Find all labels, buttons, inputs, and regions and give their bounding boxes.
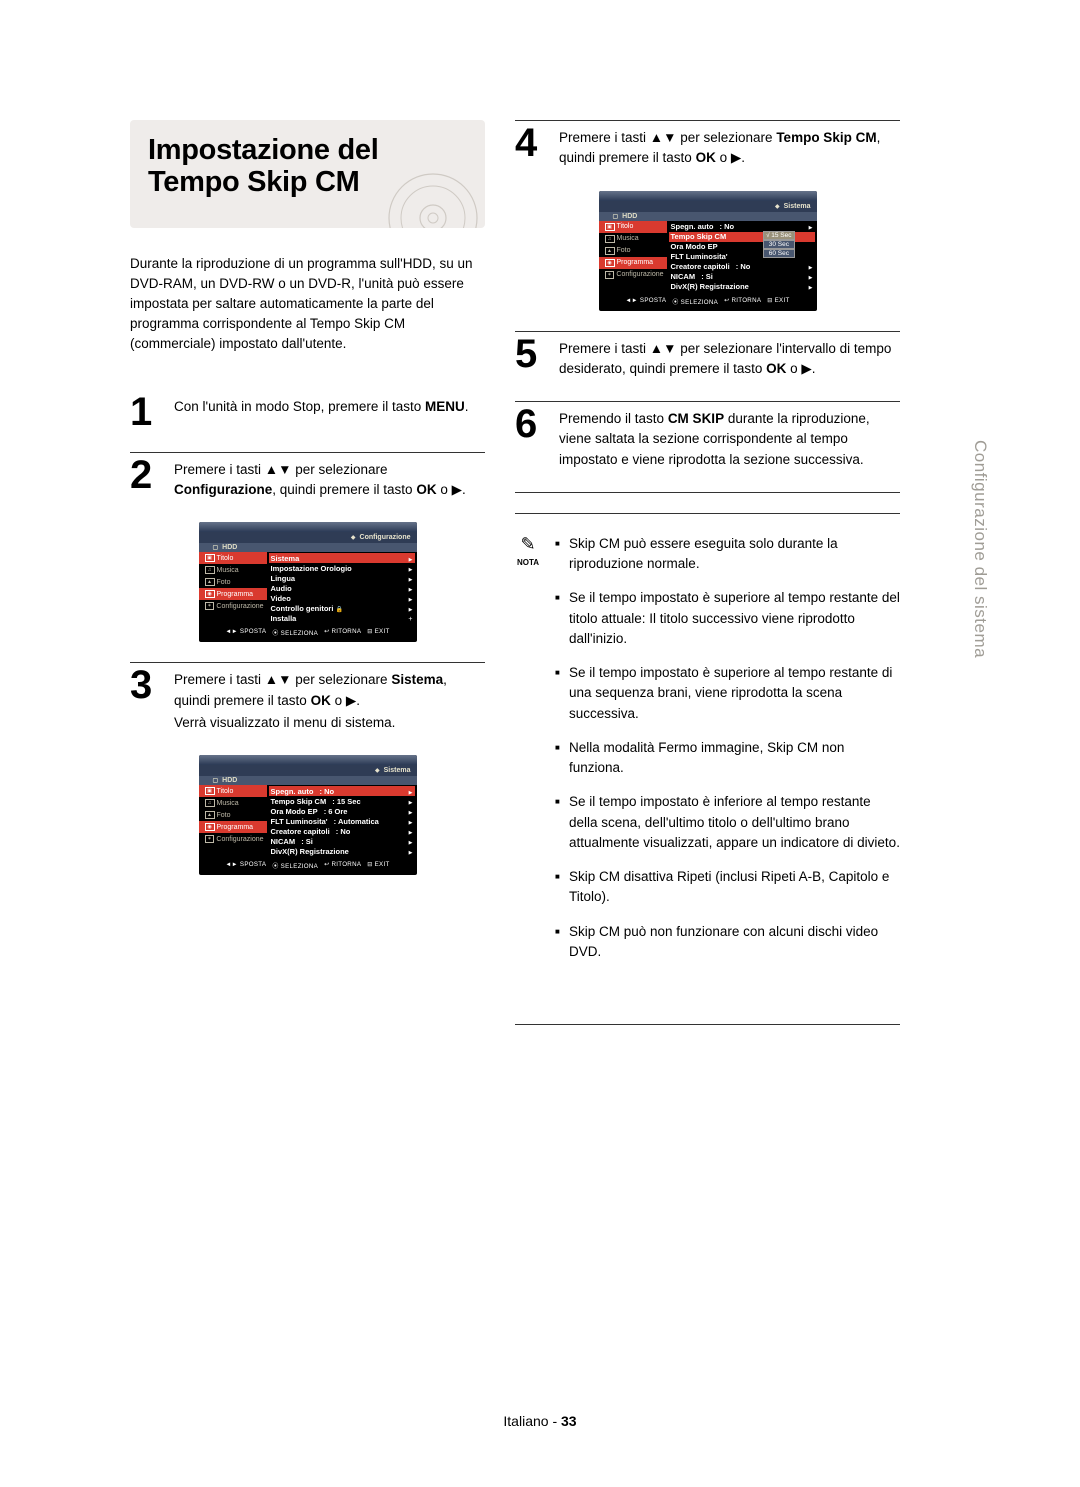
- step-1: 1 Con l'unità in modo Stop, premere il t…: [130, 394, 485, 430]
- lock-icon: [336, 604, 343, 613]
- step-text: Premere i tasti ▲▼ per selezionare l'int…: [559, 336, 900, 380]
- step-text: Premendo il tasto CM SKIP durante la rip…: [559, 406, 900, 470]
- note-item: Skip CM disattiva Ripeti (inclusi Ripeti…: [555, 867, 900, 908]
- step-number: 1: [130, 394, 164, 430]
- step-text: Con l'unità in modo Stop, premere il tas…: [174, 394, 468, 430]
- step-number: 3: [130, 667, 164, 733]
- step-text: Premere i tasti ▲▼ per selezionare Tempo…: [559, 125, 900, 169]
- title-box: Impostazione del Tempo Skip CM: [130, 120, 485, 228]
- osd-configurazione: Configurazione HDD ▣Titolo ♫Musica ▲Foto…: [199, 522, 417, 642]
- note-item: Skip CM può non funzionare con alcuni di…: [555, 922, 900, 963]
- step-number: 4: [515, 125, 549, 169]
- note-item: Se il tempo impostato è superiore al tem…: [555, 588, 900, 649]
- note-item: Nella modalità Fermo immagine, Skip CM n…: [555, 738, 900, 779]
- note-item: Se il tempo impostato è superiore al tem…: [555, 663, 900, 724]
- osd-sistema-1: Sistema HDD ▣Titolo ♫Musica ▲Foto ◉Progr…: [199, 755, 417, 875]
- osd-main: Sistema Impostazione Orologio Lingua Aud…: [267, 552, 417, 624]
- step-text: Premere i tasti ▲▼ per selezionare Siste…: [174, 667, 485, 733]
- note-icon: ✎ NOTA: [515, 534, 541, 976]
- step-text: Premere i tasti ▲▼ per selezionare Confi…: [174, 457, 485, 501]
- disc-decoration-icon: [387, 172, 479, 228]
- side-tab: Configurazione del sistema: [970, 440, 990, 658]
- step-5: 5 Premere i tasti ▲▼ per selezionare l'i…: [515, 331, 900, 380]
- note-item: Skip CM può essere eseguita solo durante…: [555, 534, 900, 575]
- step-number: 6: [515, 406, 549, 470]
- osd-options-dropdown: 15 Sec 30 Sec 60 Sec: [763, 231, 794, 258]
- note-list: Skip CM può essere eseguita solo durante…: [555, 534, 900, 976]
- intro-paragraph: Durante la riproduzione di un programma …: [130, 254, 485, 354]
- step-number: 5: [515, 336, 549, 380]
- step-6: 6 Premendo il tasto CM SKIP durante la r…: [515, 401, 900, 470]
- step-3: 3 Premere i tasti ▲▼ per selezionare Sis…: [130, 662, 485, 733]
- osd-sidebar: ▣Titolo ♫Musica ▲Foto ◉Programma ✶Config…: [199, 552, 267, 624]
- note-block: ✎ NOTA Skip CM può essere eseguita solo …: [515, 513, 900, 976]
- note-item: Se il tempo impostato è inferiore al tem…: [555, 792, 900, 853]
- step-number: 2: [130, 457, 164, 501]
- step-2: 2 Premere i tasti ▲▼ per selezionare Con…: [130, 452, 485, 501]
- step-4: 4 Premere i tasti ▲▼ per selezionare Tem…: [515, 120, 900, 169]
- osd-sistema-2: Sistema HDD ▣Titolo ♫Musica ▲Foto ◉Progr…: [599, 191, 817, 311]
- page-footer: Italiano - 33: [0, 1413, 1080, 1429]
